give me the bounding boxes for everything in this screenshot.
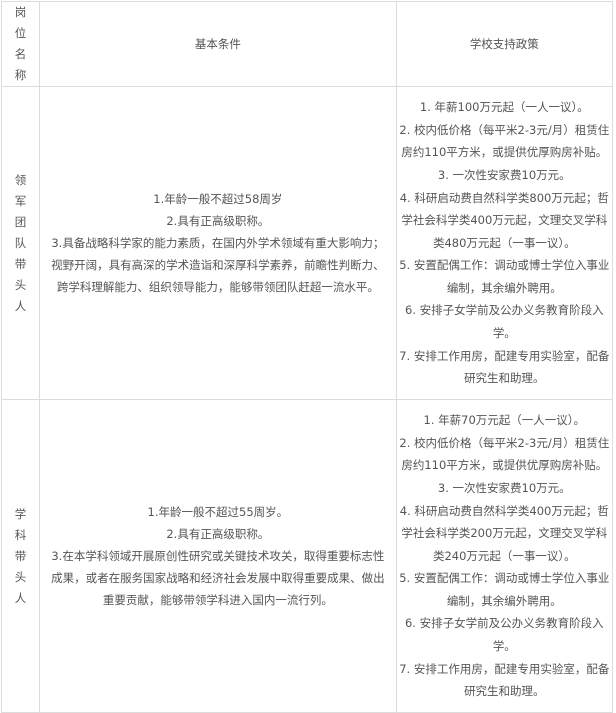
basic-conditions-cell: 1.年龄一般不超过55周岁。 2.具有正高级职称。 3.在本学科领域开展原创性研…: [39, 399, 397, 713]
support-policy-cell: 1. 年薪70万元起（一人一议）。 2. 校内低价格（每平米2-3元/月）租赁住…: [395, 399, 614, 713]
basic-conditions-cell: 1.年龄一般不超过58周岁 2.具有正高级职称。 3.具备战略科学家的能力素质，…: [39, 86, 397, 400]
position-name-cell: 领军团队带头人: [0, 86, 41, 400]
position-name-cell: 学科带头人: [0, 399, 41, 713]
policy-item: 4. 科研启动费自然科学类400万元起；哲学社会科学类200万元起，文理交叉学科…: [399, 503, 609, 563]
policy-item: 5. 安置配偶工作：调动或博士学位入事业编制，其余编外聘用。: [399, 571, 610, 608]
table-row: 领军团队带头人 1.年龄一般不超过58周岁 2.具有正高级职称。 3.具备战略科…: [0, 86, 614, 400]
table-header-row: 岗位名称 基本条件 学校支持政策: [0, 1, 614, 87]
talent-recruitment-table: 岗位名称 基本条件 学校支持政策 领军团队带头人 1.年龄一般不超过58周岁 2…: [0, 1, 614, 713]
condition-item: 3.具备战略科学家的能力素质，在国内外学术领域有重大影响力；视野开阔，具有高深的…: [51, 236, 385, 294]
header-position: 岗位名称: [0, 1, 41, 87]
policy-item: 2. 校内低价格（每平米2-3元/月）租赁住房约110平方米，或提供优厚购房补贴…: [399, 122, 610, 160]
policy-item: 3. 一次性安家费10万元。: [437, 167, 571, 182]
condition-item: 1.年龄一般不超过58周岁: [153, 192, 283, 206]
policy-item: 1. 年薪70万元起（一人一议）。: [423, 413, 586, 428]
condition-item: 2.具有正高级职称。: [166, 214, 270, 228]
condition-item: 3.在本学科领域开展原创性研究或关键技术攻关，取得重要标志性成果，或者在服务国家…: [51, 549, 385, 607]
policy-item: 3. 一次性安家费10万元。: [437, 480, 571, 495]
condition-item: 1.年龄一般不超过55周岁。: [147, 505, 289, 519]
header-conditions: 基本条件: [39, 1, 397, 87]
support-policy-cell: 1. 年薪100万元起（一人一议）。 2. 校内低价格（每平米2-3元/月）租赁…: [395, 86, 614, 400]
table-row: 学科带头人 1.年龄一般不超过55周岁。 2.具有正高级职称。 3.在本学科领域…: [0, 399, 614, 713]
header-policy: 学校支持政策: [395, 1, 614, 87]
policy-item: 2. 校内低价格（每平米2-3元/月）租赁住房约110平方米，或提供优厚购房补贴…: [399, 435, 610, 473]
policy-item: 7. 安排工作用房，配建专用实验室，配备研究生和助理。: [399, 661, 610, 699]
policy-item: 6. 安排子女学前及公办义务教育阶段入学。: [404, 303, 604, 341]
condition-item: 2.具有正高级职称。: [166, 527, 270, 541]
policy-item: 1. 年薪100万元起（一人一议）。: [419, 100, 589, 115]
policy-item: 4. 科研启动费自然科学类800万元起；哲学社会科学类400万元起，文理交叉学科…: [399, 190, 609, 250]
policy-item: 7. 安排工作用房，配建专用实验室，配备研究生和助理。: [399, 348, 610, 386]
policy-item: 5. 安置配偶工作：调动或博士学位入事业编制，其余编外聘用。: [399, 258, 610, 295]
policy-item: 6. 安排子女学前及公办义务教育阶段入学。: [404, 616, 604, 654]
